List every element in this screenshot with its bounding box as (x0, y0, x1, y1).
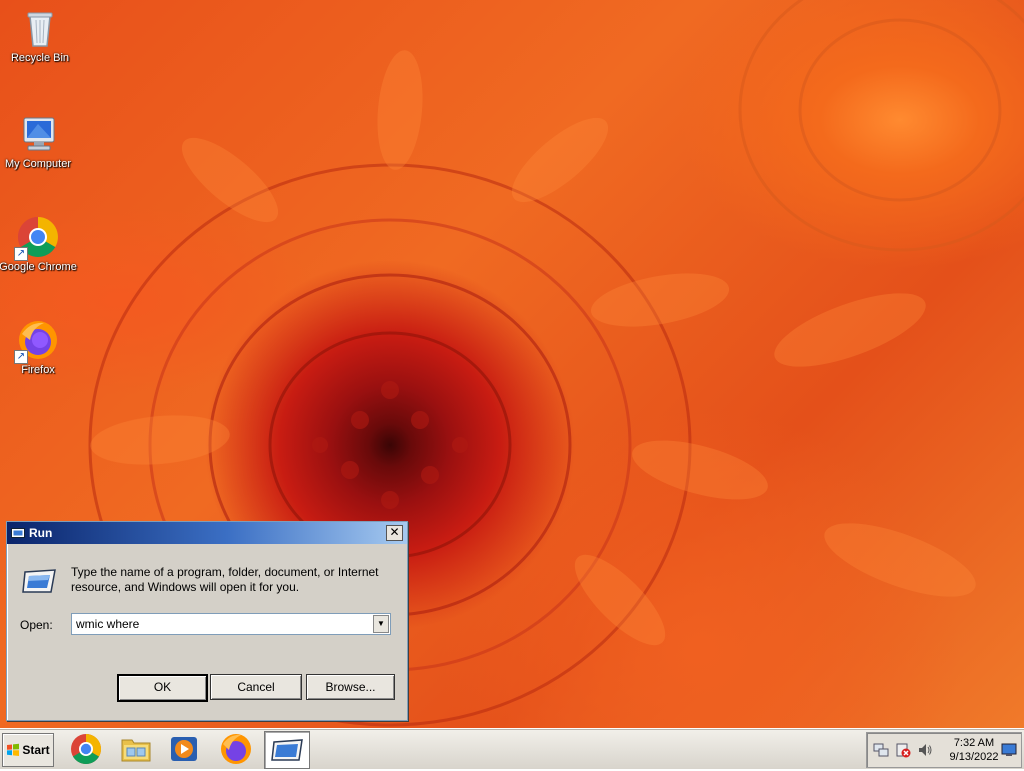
firefox-icon: ↗ (14, 318, 60, 364)
run-icon (11, 528, 25, 538)
my-computer-desktop-icon[interactable]: My Computer (0, 112, 78, 170)
close-button[interactable]: ✕ (386, 525, 403, 541)
clock-time: 7:32 AM (953, 737, 995, 749)
browse-button[interactable]: Browse... (306, 674, 395, 700)
chrome-icon[interactable] (68, 731, 104, 767)
firefox-desktop-icon[interactable]: ↗ Firefox (0, 318, 78, 376)
firefox-icon[interactable] (218, 731, 254, 767)
volume-icon[interactable] (917, 742, 933, 758)
open-label: Open: (20, 618, 53, 632)
network-icon[interactable] (873, 742, 889, 758)
file-explorer-icon[interactable] (118, 731, 154, 767)
windows-flag-icon (7, 743, 20, 756)
security-alert-icon[interactable] (895, 742, 911, 758)
ok-button[interactable]: OK (117, 674, 208, 702)
taskbar: Start 7:32 AM 9/13/2022 (0, 728, 1024, 769)
recycle-bin-label: Recycle Bin (10, 52, 70, 64)
run-dialog: Run ✕ Type the name of a program, folder… (6, 521, 408, 721)
google-chrome-desktop-icon[interactable]: ↗ Google Chrome (0, 215, 78, 273)
shortcut-arrow-icon: ↗ (14, 350, 28, 364)
clock-date: 9/13/2022 (949, 751, 999, 763)
desktop-background[interactable]: Recycle Bin My Computer ↗ Google Chrome … (0, 0, 1024, 728)
my-computer-icon (16, 112, 60, 156)
show-desktop-icon[interactable] (1001, 742, 1017, 758)
recycle-bin-desktop-icon[interactable]: Recycle Bin (0, 6, 80, 64)
firefox-label: Firefox (21, 364, 55, 376)
open-input[interactable]: wmic where (76, 617, 139, 631)
run-program-icon (22, 569, 56, 593)
my-computer-label: My Computer (4, 158, 72, 170)
recycle-bin-icon (18, 6, 62, 50)
start-button[interactable]: Start (2, 733, 54, 767)
open-combobox[interactable]: wmic where ▼ (71, 613, 391, 635)
cancel-button[interactable]: Cancel (210, 674, 302, 700)
media-player-icon[interactable] (166, 731, 202, 767)
dropdown-arrow-icon[interactable]: ▼ (373, 615, 389, 633)
run-dialog-title: Run (29, 526, 53, 540)
system-tray: 7:32 AM 9/13/2022 (866, 732, 1022, 768)
run-dialog-taskbar-button[interactable] (264, 731, 310, 769)
start-label: Start (22, 743, 50, 757)
clock[interactable]: 7:32 AM 9/13/2022 (943, 736, 1005, 764)
run-dialog-description: Type the name of a program, folder, docu… (71, 565, 379, 594)
shortcut-arrow-icon: ↗ (14, 247, 28, 261)
google-chrome-label: Google Chrome (0, 261, 77, 273)
run-dialog-titlebar[interactable]: Run (7, 522, 407, 544)
run-icon (271, 739, 303, 761)
chrome-icon: ↗ (14, 215, 60, 261)
